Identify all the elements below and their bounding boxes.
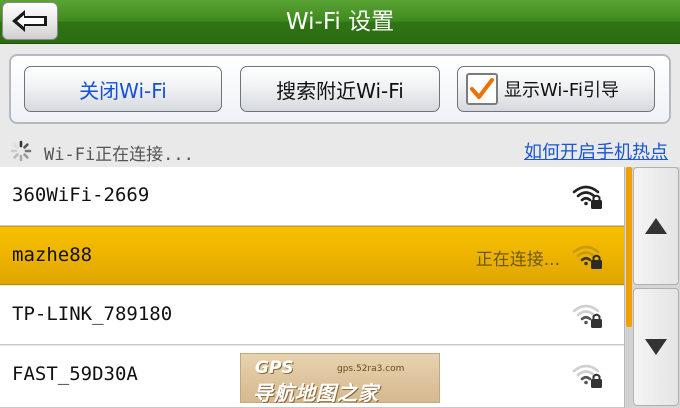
wifi-locked-icon <box>572 245 602 269</box>
search-nearby-wifi-button[interactable]: 搜索附近Wi-Fi <box>240 66 440 112</box>
scrollbar-thumb[interactable] <box>626 167 632 327</box>
watermark-name: 导航地图之家 <box>253 381 379 405</box>
checkmark-icon <box>470 78 494 99</box>
guide-checkbox[interactable] <box>466 73 498 105</box>
action-button-bar: 关闭Wi-Fi 搜索附近Wi-Fi 显示Wi-Fi引导 <box>9 54 671 124</box>
guide-label: 显示Wi-Fi引导 <box>504 80 619 101</box>
scroll-down-button[interactable] <box>633 288 679 406</box>
page-title: Wi-Fi 设置 <box>285 9 395 35</box>
watermark-url: gps.52ra3.com <box>337 364 405 374</box>
watermark: GPS gps.52ra3.com 导航地图之家 <box>240 353 440 405</box>
list-scroll-controls <box>624 167 680 408</box>
wifi-locked-icon <box>572 304 602 328</box>
title-bar: Wi-Fi 设置 <box>0 0 680 44</box>
network-status: 正在连接... <box>475 250 560 270</box>
network-ssid: 360WiFi-2669 <box>12 184 150 206</box>
loading-spinner-icon <box>10 140 32 162</box>
network-ssid: mazhe88 <box>12 244 93 266</box>
hotspot-help-link[interactable]: 如何开启手机热点 <box>524 138 668 164</box>
wifi-locked-icon <box>572 364 602 388</box>
wifi-off-button[interactable]: 关闭Wi-Fi <box>24 66 222 112</box>
network-list-item[interactable]: 360WiFi-2669 <box>0 167 624 226</box>
network-ssid: FAST_59D30A <box>12 363 138 385</box>
triangle-down-icon <box>645 339 667 355</box>
scroll-up-button[interactable] <box>633 167 679 285</box>
watermark-logo: GPS <box>255 358 294 378</box>
network-ssid: TP-LINK_789180 <box>12 303 173 325</box>
network-list-item-selected[interactable]: mazhe88 正在连接... <box>0 226 624 285</box>
show-wifi-guide-toggle[interactable]: 显示Wi-Fi引导 <box>457 66 655 112</box>
triangle-up-icon <box>645 218 667 234</box>
wifi-locked-icon <box>572 185 602 209</box>
connection-status-text: Wi-Fi正在连接... <box>44 145 194 165</box>
connection-status-row: Wi-Fi正在连接... 如何开启手机热点 <box>0 134 680 166</box>
network-list-item[interactable]: TP-LINK_789180 <box>0 286 624 345</box>
